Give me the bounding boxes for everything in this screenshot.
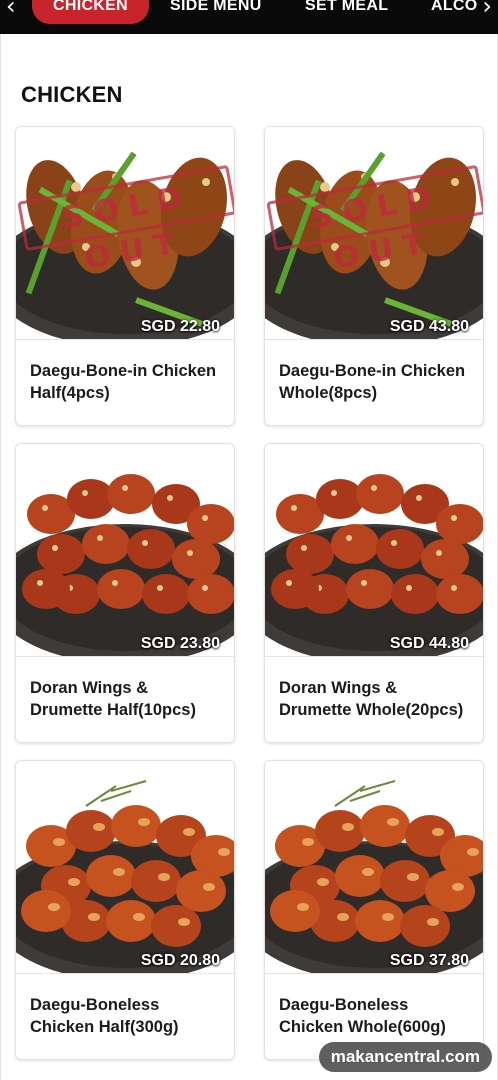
food-photo	[16, 761, 234, 973]
watermark: makancentral.com	[318, 1042, 492, 1072]
tab-set-meal[interactable]: SET MEAL	[305, 0, 388, 24]
chevron-right-icon[interactable]: ›	[482, 0, 492, 18]
category-nav: ‹ CHICKEN SIDE MENU SET MEAL ALCO ›	[0, 0, 498, 34]
product-card[interactable]: SGD 44.80 Doran Wings & Drumette Whole(2…	[264, 443, 484, 743]
section-title: CHICKEN	[21, 82, 123, 107]
tab-alcohol[interactable]: ALCO	[431, 0, 478, 24]
product-price: SGD 44.80	[389, 635, 469, 652]
product-image[interactable]: SGD 37.80	[265, 761, 483, 973]
food-photo	[265, 761, 483, 973]
tab-chicken[interactable]: CHICKEN	[32, 0, 149, 24]
product-price: SGD 43.80	[389, 318, 469, 335]
product-name[interactable]: Doran Wings & Drumette Half(10pcs)	[16, 657, 234, 741]
product-price: SGD 22.80	[140, 318, 220, 335]
product-card[interactable]: SOLD OUT SGD 22.80 Daegu-Bone-in Chicken…	[15, 126, 235, 426]
product-price: SGD 20.80	[140, 952, 220, 969]
food-photo	[265, 444, 483, 656]
food-photo	[16, 444, 234, 656]
product-image[interactable]: SOLD OUT SGD 43.80	[265, 127, 483, 339]
tab-side-menu[interactable]: SIDE MENU	[170, 0, 262, 24]
product-name[interactable]: Daegu-Bone-in Chicken Whole(8pcs)	[265, 340, 483, 424]
product-image[interactable]: SGD 23.80	[16, 444, 234, 656]
product-card[interactable]: SOLD OUT SGD 43.80 Daegu-Bone-in Chicken…	[264, 126, 484, 426]
product-card[interactable]: SGD 23.80 Doran Wings & Drumette Half(10…	[15, 443, 235, 743]
product-card[interactable]: SGD 37.80 Daegu-Boneless Chicken Whole(6…	[264, 760, 484, 1060]
product-card[interactable]: SGD 20.80 Daegu-Boneless Chicken Half(30…	[15, 760, 235, 1060]
product-name[interactable]: Doran Wings & Drumette Whole(20pcs)	[265, 657, 483, 741]
product-image[interactable]: SGD 44.80	[265, 444, 483, 656]
product-name[interactable]: Daegu-Bone-in Chicken Half(4pcs)	[16, 340, 234, 424]
product-price: SGD 23.80	[140, 635, 220, 652]
product-image[interactable]: SOLD OUT SGD 22.80	[16, 127, 234, 339]
product-price: SGD 37.80	[389, 952, 469, 969]
chevron-left-icon[interactable]: ‹	[6, 0, 16, 18]
product-image[interactable]: SGD 20.80	[16, 761, 234, 973]
product-name[interactable]: Daegu-Boneless Chicken Half(300g)	[16, 974, 234, 1058]
